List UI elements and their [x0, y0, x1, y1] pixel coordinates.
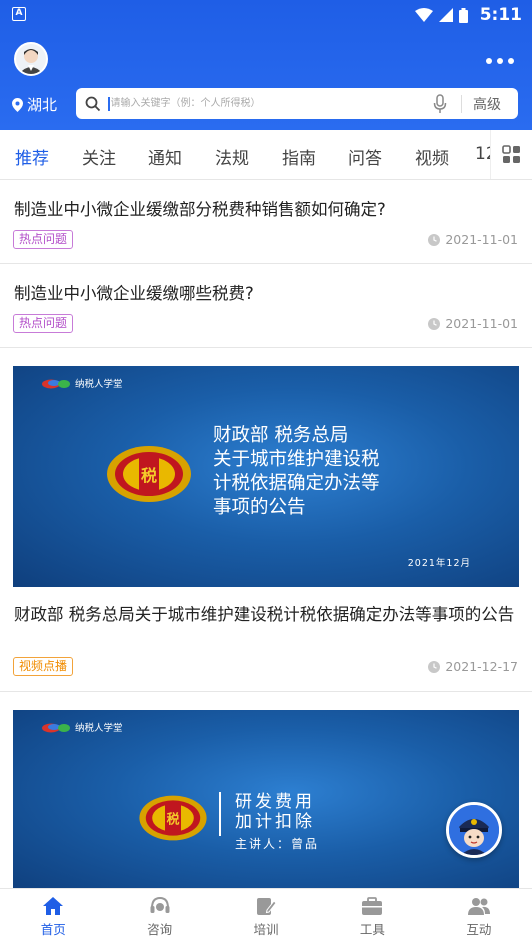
- avatar-icon: [16, 44, 46, 74]
- location-selector[interactable]: 湖北: [12, 94, 57, 115]
- tab-recommend[interactable]: 推荐: [15, 144, 49, 169]
- article-item[interactable]: 纳税人学堂 税 研发费用 加计扣除 主讲人：曾品: [0, 692, 532, 888]
- category-tabs: 推荐 关注 通知 法规 指南 问答 视频 12: [0, 130, 532, 180]
- more-options-icon[interactable]: [486, 58, 514, 64]
- classroom-logo-icon: [42, 379, 70, 389]
- article-title: 制造业中小微企业缓缴哪些税费?: [14, 284, 254, 303]
- brand-name: 纳税人学堂: [75, 379, 123, 390]
- tab-regulations[interactable]: 法规: [215, 144, 249, 169]
- banner-date: 2021年12月: [407, 558, 471, 569]
- article-title: 财政部 税务总局关于城市维护建设税计税依据确定办法等事项的公告: [14, 605, 515, 624]
- tax-assistant-button[interactable]: [446, 802, 502, 858]
- app-notification-icon: A: [12, 7, 26, 21]
- banner-speaker: 主讲人：曾品: [235, 837, 320, 851]
- article-date: 2021-11-01: [428, 232, 518, 247]
- brand-logo: 纳税人学堂: [41, 720, 123, 734]
- brand-name: 纳税人学堂: [75, 723, 123, 734]
- tax-emblem-icon: 税: [107, 446, 191, 502]
- wifi-icon: [414, 8, 433, 22]
- svg-text:税: 税: [167, 812, 180, 828]
- nav-label: 工具: [359, 921, 385, 937]
- search-bar: 高级: [76, 88, 518, 119]
- article-date-text: 2021-11-01: [445, 232, 518, 247]
- tab-qa[interactable]: 问答: [348, 144, 382, 169]
- banner-title-line: 计税依据确定办法等: [213, 473, 380, 494]
- search-input[interactable]: [110, 91, 433, 116]
- article-item[interactable]: 纳税人学堂 税 财政部 税务总局 关于城市维护建设税 计税依据确定办法等 事项的…: [0, 348, 532, 692]
- nav-label: 咨询: [147, 921, 173, 937]
- nav-training[interactable]: 培训: [213, 889, 319, 944]
- brand-logo: 纳税人学堂: [41, 376, 123, 390]
- people-icon: [467, 897, 490, 915]
- status-bar: A 5:11: [0, 0, 532, 30]
- user-avatar[interactable]: [14, 42, 48, 76]
- bottom-navigation: 首页 咨询 培训 工具 互动: [0, 888, 532, 944]
- article-title: 制造业中小微企业缓缴部分税费种销售额如何确定?: [14, 200, 386, 219]
- nav-consult[interactable]: 咨询: [106, 889, 212, 944]
- nav-tools[interactable]: 工具: [319, 889, 425, 944]
- microphone-icon[interactable]: [433, 93, 447, 114]
- tab-guide[interactable]: 指南: [282, 144, 316, 169]
- banner-title: 研发费用 加计扣除 主讲人：曾品: [235, 792, 319, 854]
- grid-icon: [502, 145, 520, 163]
- headset-icon: [150, 896, 170, 913]
- video-thumbnail[interactable]: 纳税人学堂 税 研发费用 加计扣除 主讲人：曾品: [13, 710, 519, 888]
- nav-label: 首页: [40, 921, 66, 937]
- clock-icon: [428, 660, 441, 673]
- nav-interact[interactable]: 互动: [426, 889, 532, 944]
- banner-title-line: 事项的公告: [213, 497, 306, 518]
- banner-title-line: 研发费用: [235, 792, 315, 812]
- article-date-text: 2021-12-17: [445, 659, 518, 674]
- tab-follow[interactable]: 关注: [82, 144, 116, 169]
- tab-video[interactable]: 视频: [415, 144, 449, 169]
- banner-divider: [219, 792, 221, 836]
- nav-label: 培训: [253, 921, 279, 937]
- banner-title-line: 财政部 税务总局: [213, 425, 349, 446]
- video-thumbnail[interactable]: 纳税人学堂 税 财政部 税务总局 关于城市维护建设税 计税依据确定办法等 事项的…: [13, 366, 519, 587]
- article-date-text: 2021-11-01: [445, 316, 518, 331]
- signal-icon: [438, 8, 453, 22]
- search-icon: [85, 96, 101, 111]
- tab-notice[interactable]: 通知: [148, 144, 182, 169]
- article-feed: 制造业中小微企业缓缴部分税费种销售额如何确定? 热点问题 2021-11-01 …: [0, 181, 532, 888]
- clock-icon: [428, 233, 441, 246]
- edit-icon: [257, 897, 277, 915]
- banner-title-line: 关于城市维护建设税: [213, 449, 380, 470]
- text-cursor: [108, 96, 110, 111]
- home-icon: [43, 896, 64, 915]
- banner-title-line: 加计扣除: [235, 812, 315, 832]
- battery-icon: [458, 7, 468, 23]
- tax-emblem-icon: 税: [139, 795, 207, 841]
- article-tag: 视频点播: [13, 657, 74, 676]
- location-pin-icon: [12, 97, 23, 112]
- toolbox-icon: [362, 896, 383, 915]
- svg-text:税: 税: [141, 466, 157, 485]
- app-header: A 5:11 湖北 高级: [0, 0, 532, 130]
- article-date: 2021-11-01: [428, 316, 518, 331]
- tab-manage-button[interactable]: [490, 130, 532, 179]
- advanced-search-button[interactable]: 高级: [462, 94, 518, 114]
- nav-home[interactable]: 首页: [0, 889, 106, 944]
- clock-icon: [428, 317, 441, 330]
- tax-officer-mascot-icon: [449, 805, 499, 855]
- article-date: 2021-12-17: [428, 659, 518, 674]
- classroom-logo-icon: [42, 723, 70, 733]
- article-tag: 热点问题: [13, 230, 74, 249]
- nav-label: 互动: [466, 921, 492, 937]
- banner-title: 财政部 税务总局 关于城市维护建设税 计税依据确定办法等 事项的公告: [213, 424, 380, 520]
- article-item[interactable]: 制造业中小微企业缓缴部分税费种销售额如何确定? 热点问题 2021-11-01: [0, 181, 532, 264]
- status-time: 5:11: [479, 5, 522, 25]
- article-item[interactable]: 制造业中小微企业缓缴哪些税费? 热点问题 2021-11-01: [0, 264, 532, 348]
- location-label: 湖北: [27, 96, 58, 114]
- article-tag: 热点问题: [13, 314, 74, 333]
